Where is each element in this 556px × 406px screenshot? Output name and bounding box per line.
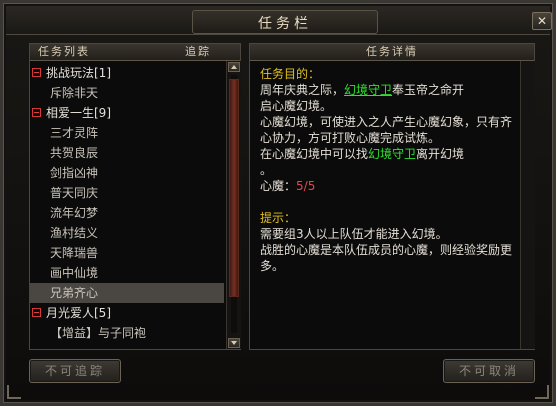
frame-corner	[7, 385, 21, 399]
progress-label: 心魔：	[260, 179, 297, 193]
progress-value: 5/5	[296, 179, 316, 193]
window-title: 任务栏	[258, 16, 312, 32]
quest-row-label: 挑战玩法[1]	[46, 66, 111, 80]
description-text: 心魔幻境，可使进入之人产生心魔幻象，只有齐心协力，方可打败心魔完成试炼。	[260, 115, 513, 145]
quest-row[interactable]: 剑指凶神	[30, 163, 224, 183]
quest-row[interactable]: 画中仙境	[30, 263, 224, 283]
quest-detail-scrollbar[interactable]	[520, 61, 535, 349]
quest-detail-body: 任务目的： 周年庆典之际，幻境守卫奉玉帝之命开 启心魔幻境。 心魔幻境，可使进入…	[260, 66, 520, 274]
close-button[interactable]: ✕	[532, 12, 552, 30]
goal-text: 启心魔幻境。	[260, 99, 333, 113]
quest-row[interactable]: 三才灵阵	[30, 123, 224, 143]
tip-text: 战胜的心魔是本队伍成员的心魔，则经验奖励更多。	[260, 243, 513, 273]
quest-detail-title: 任务详情	[366, 45, 418, 58]
tip-text: 需要组3人以上队伍才能进入幻境。	[260, 227, 448, 241]
close-icon: ✕	[536, 14, 548, 28]
quest-row-label: 斥除非天	[50, 86, 99, 100]
description-text: 。	[260, 163, 273, 177]
quest-row-label: 月光爱人[5]	[46, 306, 111, 320]
quest-row[interactable]: 【增益】与子同袍	[30, 323, 224, 343]
quest-row[interactable]: 渔村结义	[30, 223, 224, 243]
collapse-minus-icon[interactable]	[32, 108, 41, 117]
quest-row-label: 天降瑞兽	[50, 246, 99, 260]
quest-row[interactable]: 兄弟齐心	[30, 283, 224, 303]
quest-list-scrollbar[interactable]	[226, 61, 241, 349]
arrow-down-icon[interactable]	[228, 338, 240, 348]
quest-row-label: 剑指凶神	[50, 166, 99, 180]
npc-link[interactable]: 幻境守卫	[368, 147, 416, 161]
title-plate: 任务栏	[192, 10, 378, 34]
quest-row-label: 画中仙境	[50, 266, 99, 280]
goal-label: 任务目的：	[260, 67, 321, 81]
description-text: 离开幻境	[416, 147, 465, 161]
quest-row[interactable]: 共贺良辰	[30, 143, 224, 163]
quest-list-title: 任务列表	[38, 45, 90, 58]
quest-row-label: 共贺良辰	[50, 146, 99, 160]
quest-row[interactable]: 流年幻梦	[30, 203, 224, 223]
quest-row-label: 流年幻梦	[50, 206, 99, 220]
description-text: 在心魔幻境中可以找	[260, 147, 369, 161]
quest-category-row[interactable]: 挑战玩法[1]	[30, 63, 224, 83]
goal-text: 周年庆典之际，	[260, 83, 345, 97]
quest-row-label: 【增益】与子同袍	[50, 326, 147, 340]
quest-detail-panel: 任务详情 任务目的： 周年庆典之际，幻境守卫奉玉帝之命开 启心魔幻境。 心魔幻境…	[249, 43, 535, 350]
quest-list-header: 任务列表 追踪	[30, 44, 240, 61]
title-bar[interactable]: 任务栏 ✕	[6, 6, 552, 35]
npc-link[interactable]: 幻境守卫	[344, 83, 392, 97]
quest-row-label: 兄弟齐心	[50, 286, 99, 300]
collapse-minus-icon[interactable]	[32, 308, 41, 317]
goal-text: 奉玉帝之命开	[392, 83, 465, 97]
quest-list-panel: 任务列表 追踪 挑战玩法[1] 斥除非天相爱一生[9] 三才灵阵共贺良辰剑指凶神普天…	[29, 43, 241, 350]
quest-category-row[interactable]: 月光爱人[5]	[30, 303, 224, 323]
tip-label: 提示：	[260, 211, 297, 225]
quest-row-label: 渔村结义	[50, 226, 99, 240]
track-column-title: 追踪	[185, 45, 211, 58]
quest-row[interactable]: 斥除非天	[30, 83, 224, 103]
quest-detail-header: 任务详情	[250, 44, 534, 61]
quest-row[interactable]: 天降瑞兽	[30, 243, 224, 263]
quest-list[interactable]: 挑战玩法[1] 斥除非天相爱一生[9] 三才灵阵共贺良辰剑指凶神普天同庆流年幻梦渔村…	[30, 61, 224, 349]
cancel-quest-button[interactable]: 不可取消	[443, 359, 535, 383]
quest-row-label: 三才灵阵	[50, 126, 99, 140]
quest-row[interactable]: 普天同庆	[30, 183, 224, 203]
collapse-minus-icon[interactable]	[32, 68, 41, 77]
quest-row-label: 相爱一生[9]	[46, 106, 111, 120]
quest-row-label: 普天同庆	[50, 186, 99, 200]
quest-window: 任务栏 ✕ 任务列表 追踪 挑战玩法[1] 斥除非天相爱一生[9] 三才灵阵共贺良辰…	[0, 0, 556, 406]
arrow-up-icon[interactable]	[228, 62, 240, 72]
track-button[interactable]: 不可追踪	[29, 359, 121, 383]
frame-corner	[535, 385, 549, 399]
quest-category-row[interactable]: 相爱一生[9]	[30, 103, 224, 123]
scroll-thumb[interactable]	[229, 79, 239, 297]
